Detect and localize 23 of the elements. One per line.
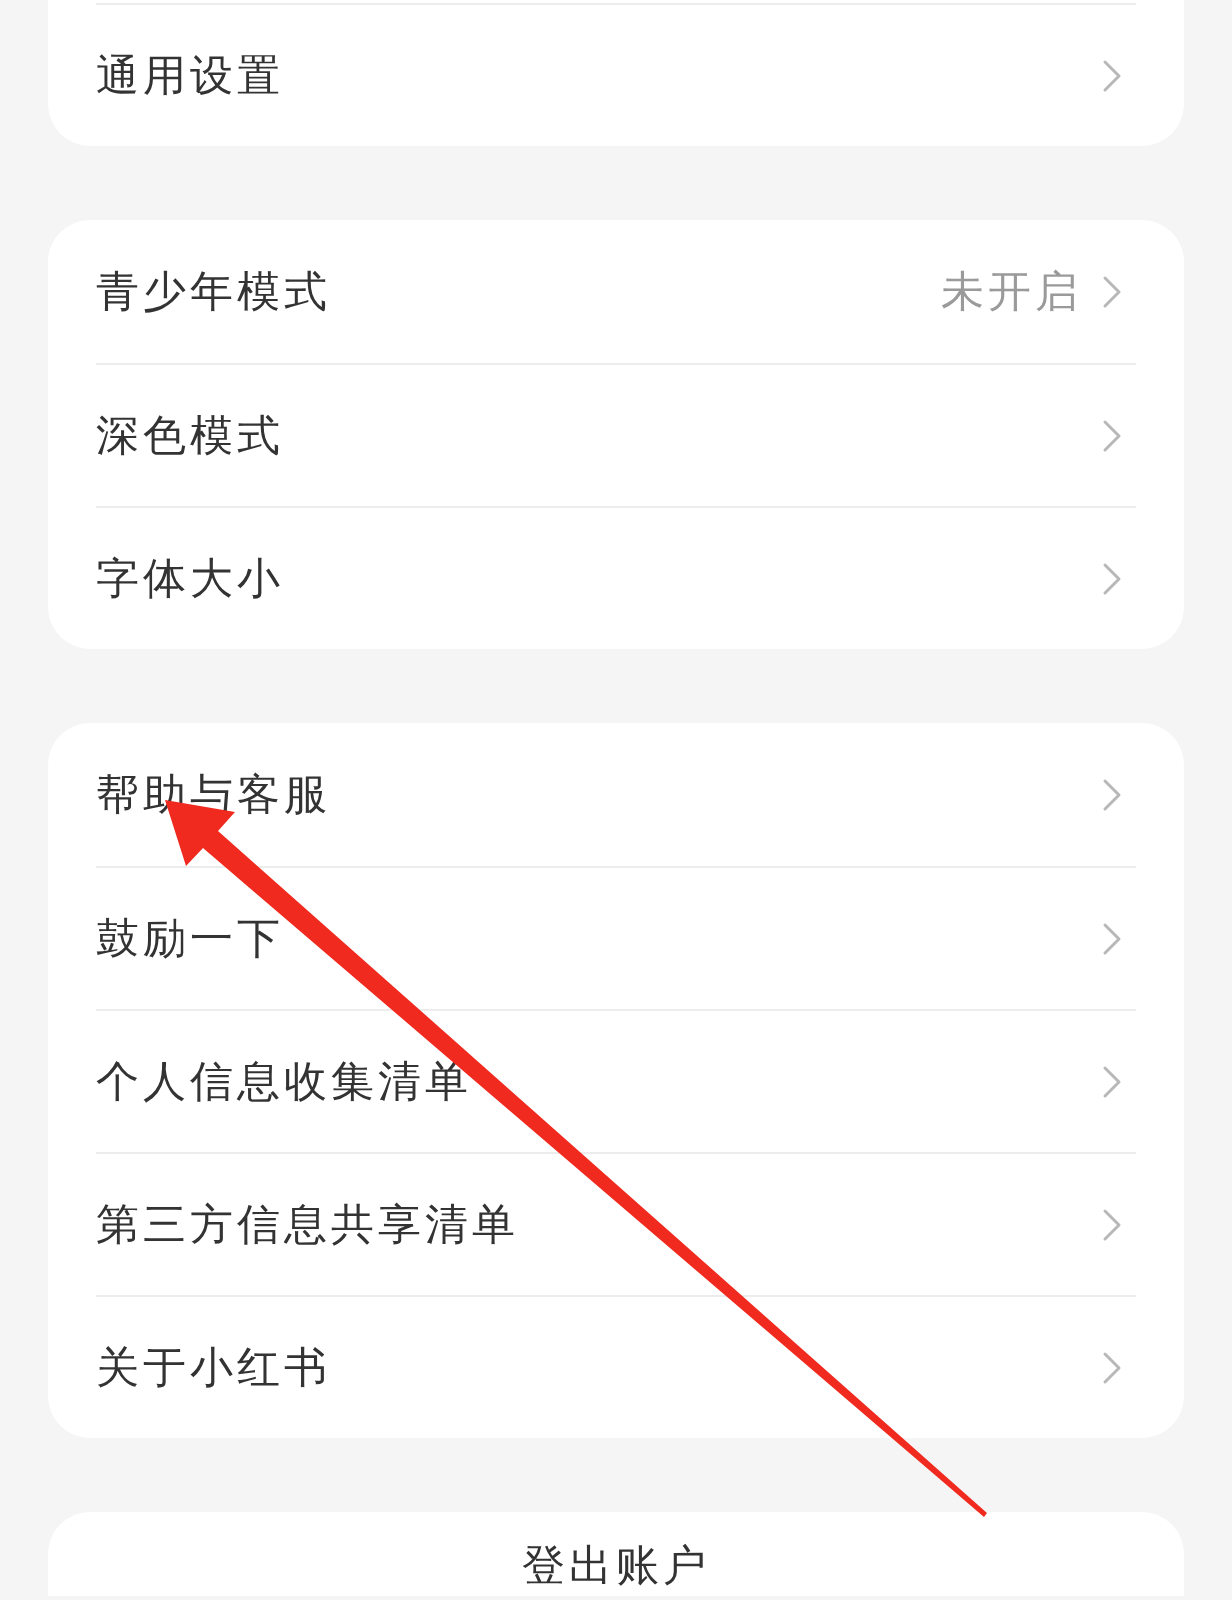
row-label: 第三方信息共享清单 (96, 1197, 519, 1251)
row-label: 字体大小 (96, 551, 284, 605)
row-label: 关于小红书 (96, 1340, 331, 1394)
chevron-right-icon (1102, 921, 1122, 956)
settings-row[interactable]: 通用设置 (96, 3, 1136, 146)
chevron-right-icon (1102, 274, 1122, 309)
row-label: 青少年模式 (96, 264, 331, 318)
chevron-right-icon (1102, 777, 1122, 812)
chevron-right-icon (1102, 561, 1122, 596)
logout-button[interactable]: 登出账户 (48, 1512, 1184, 1596)
row-label: 个人信息收集清单 (96, 1054, 472, 1108)
row-value: 未开启 (941, 264, 1082, 318)
chevron-right-icon (1102, 1207, 1122, 1242)
row-label: 通用设置 (96, 48, 284, 102)
chevron-right-icon (1102, 58, 1122, 93)
row-label: 深色模式 (96, 408, 284, 462)
row-label: 鼓励一下 (96, 911, 284, 965)
chevron-right-icon (1102, 418, 1122, 453)
settings-row[interactable]: 深色模式 (96, 363, 1136, 506)
chevron-right-icon (1102, 1350, 1122, 1385)
chevron-right-icon (1102, 1064, 1122, 1099)
settings-row[interactable]: 字体大小 (96, 506, 1136, 649)
settings-row[interactable]: 青少年模式 未开启 (96, 220, 1136, 363)
